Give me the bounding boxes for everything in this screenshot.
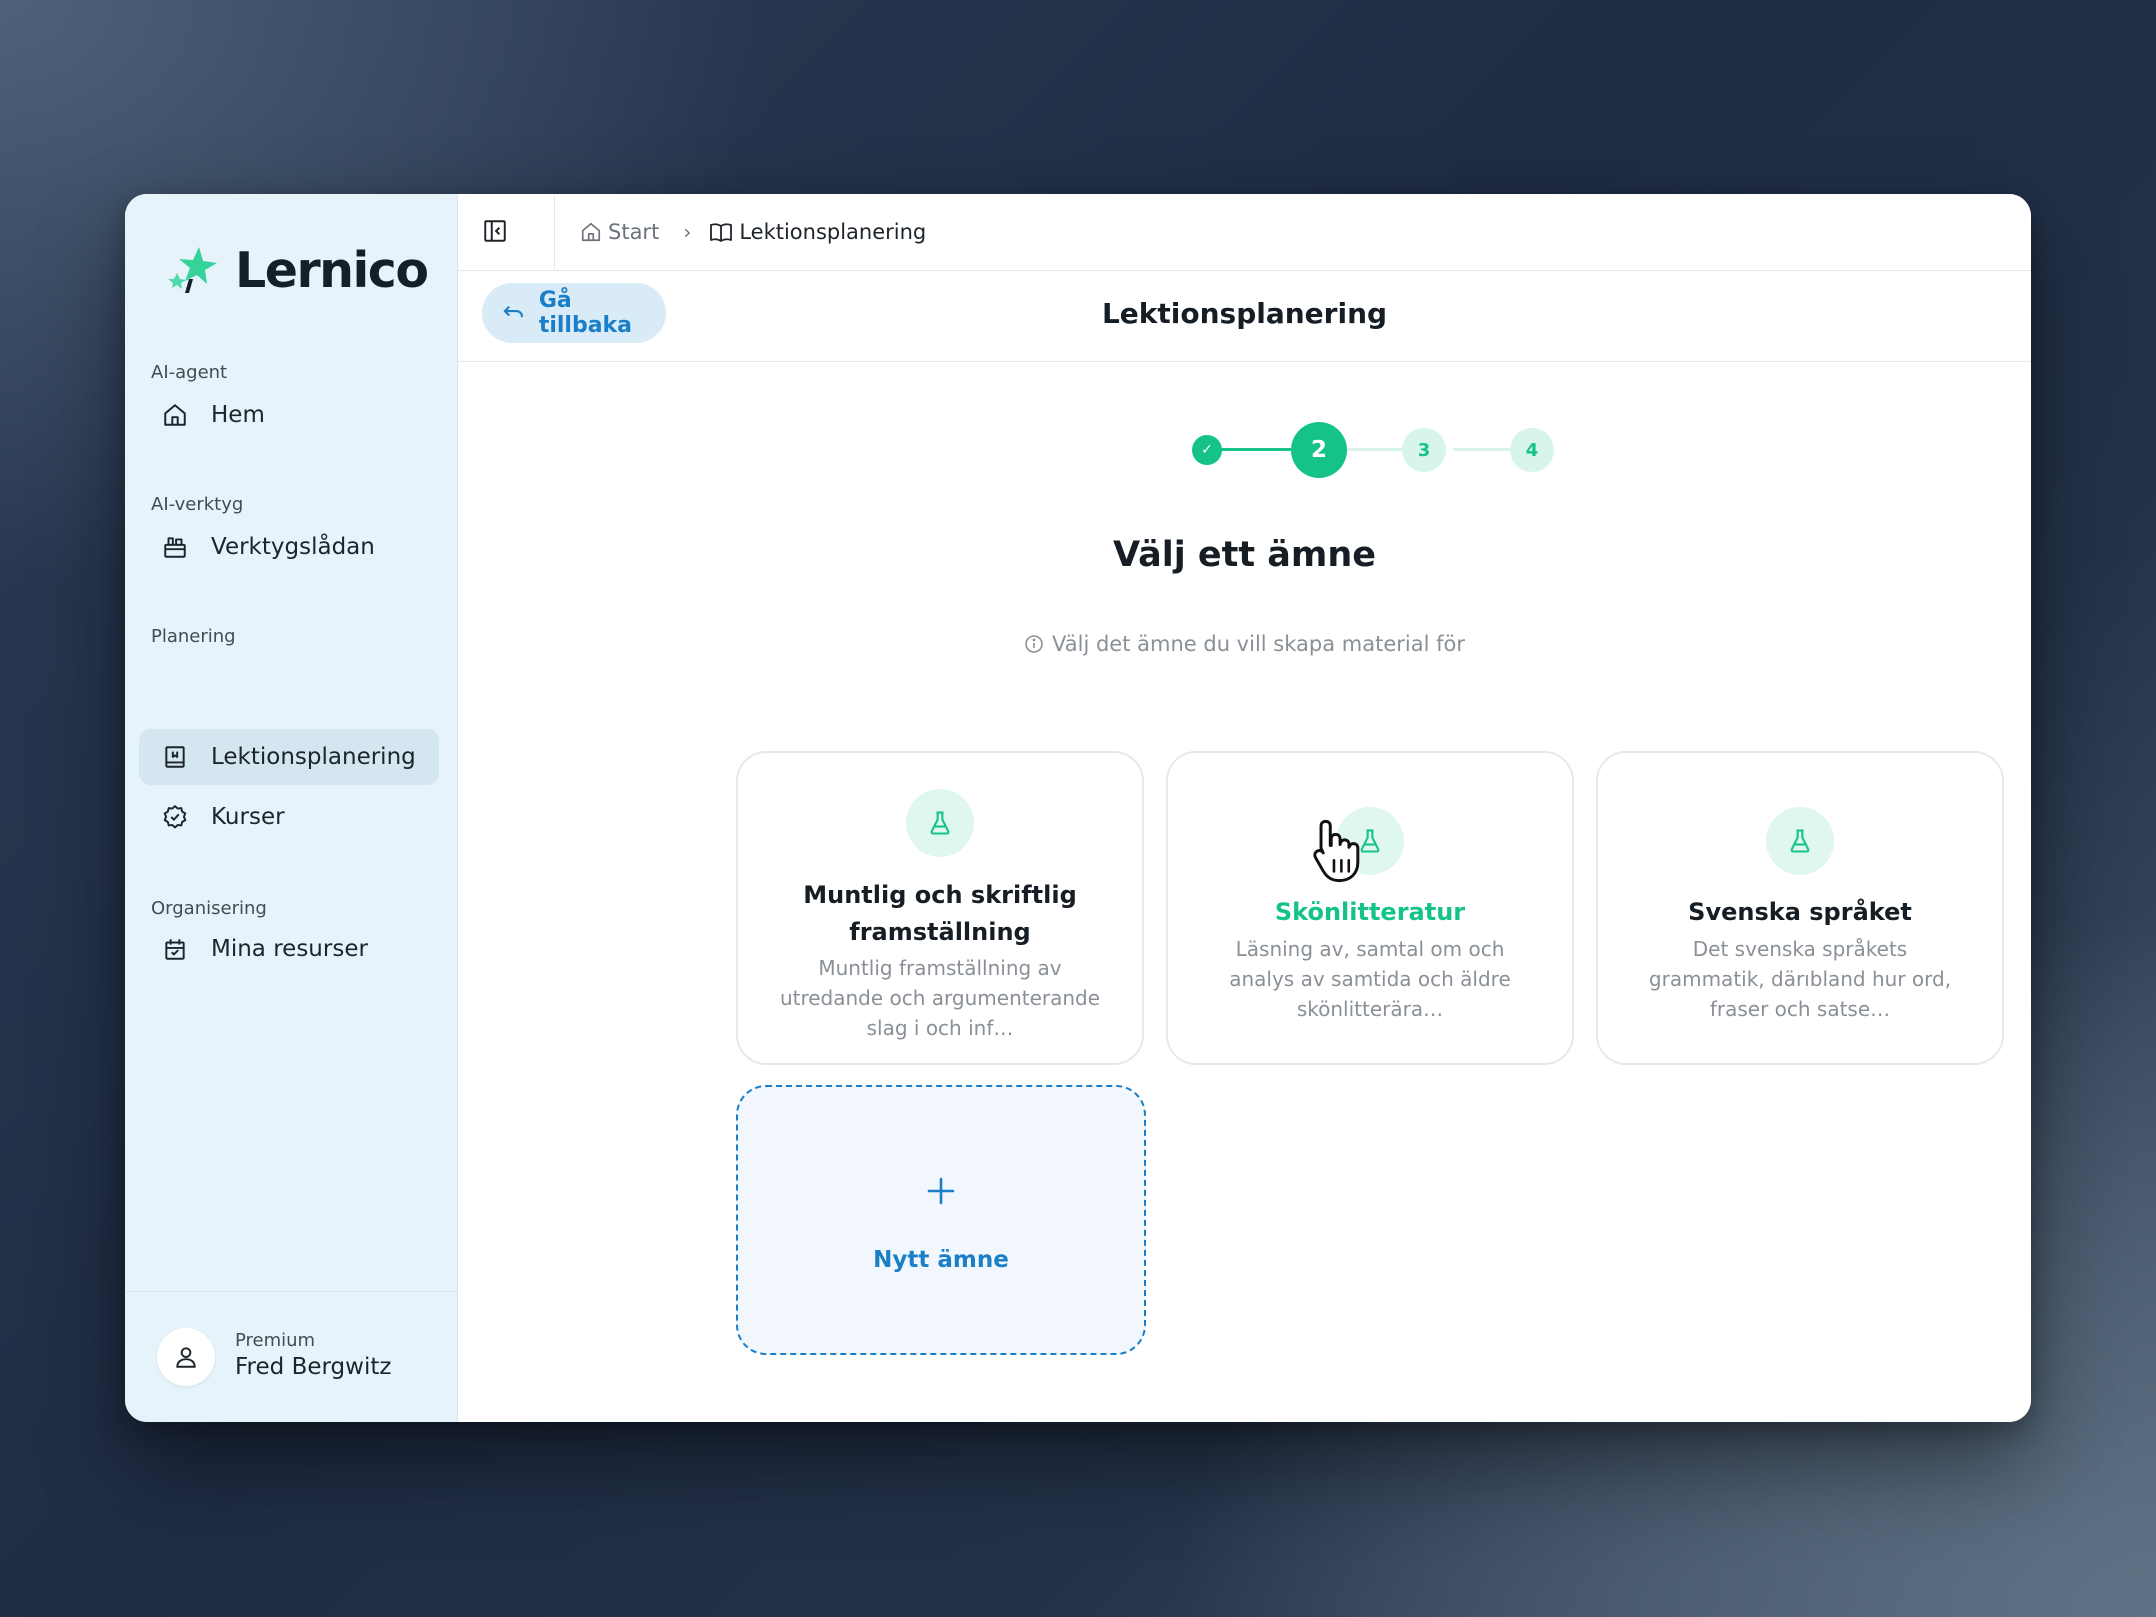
info-icon — [1025, 635, 1043, 653]
card-title: Muntlig och skriftlig framställning — [803, 881, 1077, 946]
step-number: 2 — [1310, 437, 1327, 463]
card-title: Skönlitteratur — [1274, 898, 1466, 926]
book-icon — [710, 223, 733, 242]
user-name: Fred Bergwitz — [235, 1354, 392, 1380]
sidebar-item-label: Kurser — [211, 804, 285, 830]
user-icon — [176, 1347, 196, 1368]
sidebar-item-label: Mina resurser — [211, 936, 368, 962]
main-content: Start › Lektionsplanering Gå tillbaka Le… — [458, 194, 2031, 1422]
step-2[interactable]: 2 — [1291, 422, 1347, 478]
new-subject-button[interactable]: Nytt ämne — [736, 1085, 1146, 1355]
logo-text: Lernico — [235, 241, 429, 299]
flask-icon — [906, 789, 974, 857]
step-4[interactable]: 4 — [1510, 428, 1554, 472]
badge-icon — [161, 803, 189, 831]
sidebar-item-label: Lektionsplanering — [211, 744, 416, 770]
subject-card-skonlitteratur[interactable]: Skönlitteratur Läsning av, samtal om och… — [1166, 751, 1574, 1065]
topbar: Start › Lektionsplanering — [458, 194, 2031, 271]
avatar[interactable] — [157, 1328, 215, 1386]
breadcrumb-item-start[interactable]: Start — [580, 220, 659, 244]
page-title: Lektionsplanering — [1101, 297, 1388, 330]
sidebar-item-label: Hem — [211, 402, 265, 428]
page-header: Gå tillbaka Lektionsplanering — [458, 271, 2031, 362]
card-description: Muntlig framställning av utredande och a… — [779, 956, 1101, 1040]
sidebar-item-verktygsladan[interactable]: Verktygslådan — [139, 519, 439, 575]
card-description: Det svenska språkets grammatik, därıblan… — [1648, 937, 1952, 1021]
sidebar-item-kurser[interactable]: Kurser — [139, 789, 439, 845]
section-label-organisering: Organisering — [151, 898, 267, 919]
lesson-plan-icon — [161, 743, 189, 771]
plus-icon — [927, 1177, 955, 1205]
sidebar: Lernico AI-agent Hem AI-verktyg Verktygs… — [125, 194, 458, 1422]
calendar-icon — [161, 935, 189, 963]
divider — [554, 194, 555, 270]
hint-text: Välj det ämne du vill skapa material för — [458, 632, 2031, 656]
breadcrumb-label: Start — [608, 220, 660, 244]
user-profile[interactable]: Premium Fred Bergwitz — [125, 1291, 457, 1422]
step-1[interactable]: ✓ — [1192, 435, 1222, 465]
step-3[interactable]: 3 — [1402, 428, 1446, 472]
section-label-ai-verktyg: AI-verktyg — [151, 494, 244, 515]
flask-icon — [1766, 807, 1834, 875]
toolbox-icon — [161, 533, 189, 561]
section-label-ai-agent: AI-agent — [151, 362, 228, 383]
plan-label: Premium — [235, 1330, 316, 1351]
breadcrumb: Start › Lektionsplanering — [580, 214, 926, 250]
card-description: Läsning av, samtal om och analys av samt… — [1229, 937, 1511, 1021]
home-icon — [581, 222, 601, 242]
hand-cursor-icon — [1313, 819, 1360, 883]
sidebar-item-mina-resurser[interactable]: Mina resurser — [139, 921, 439, 977]
hint-label: Välj det ämne du vill skapa material för — [1052, 632, 1465, 656]
sidebar-item-lektionsplanering[interactable]: Lektionsplanering — [139, 729, 439, 785]
home-icon — [161, 401, 189, 429]
app-window: Lernico AI-agent Hem AI-verktyg Verktygs… — [125, 194, 2031, 1422]
breadcrumb-label: Lektionsplanering — [739, 220, 927, 244]
check-icon: ✓ — [1201, 442, 1213, 458]
subject-card-svenska-spraket[interactable]: Svenska språket Det svenska språkets gra… — [1596, 751, 2004, 1065]
panel-toggle-icon — [484, 220, 506, 242]
sidebar-toggle-button[interactable] — [478, 214, 512, 248]
step-number: 4 — [1525, 439, 1539, 461]
subject-card-muntlig[interactable]: Muntlig och skriftlig framställning Munt… — [736, 751, 1144, 1065]
section-label-planering: Planering — [151, 626, 236, 647]
logo[interactable]: Lernico — [165, 239, 429, 301]
logo-sparkle-icon — [168, 247, 217, 293]
sidebar-item-label: Verktygslådan — [211, 534, 375, 560]
breadcrumb-item-lektionsplanering[interactable]: Lektionsplanering — [709, 220, 926, 244]
card-title: Svenska språket — [1688, 898, 1912, 926]
new-subject-label: Nytt ämne — [873, 1247, 1009, 1273]
step-number: 3 — [1417, 439, 1431, 461]
step-title: Välj ett ämne — [1112, 535, 1377, 575]
chevron-right-icon: › — [683, 220, 692, 244]
sidebar-item-hem[interactable]: Hem — [139, 387, 439, 443]
